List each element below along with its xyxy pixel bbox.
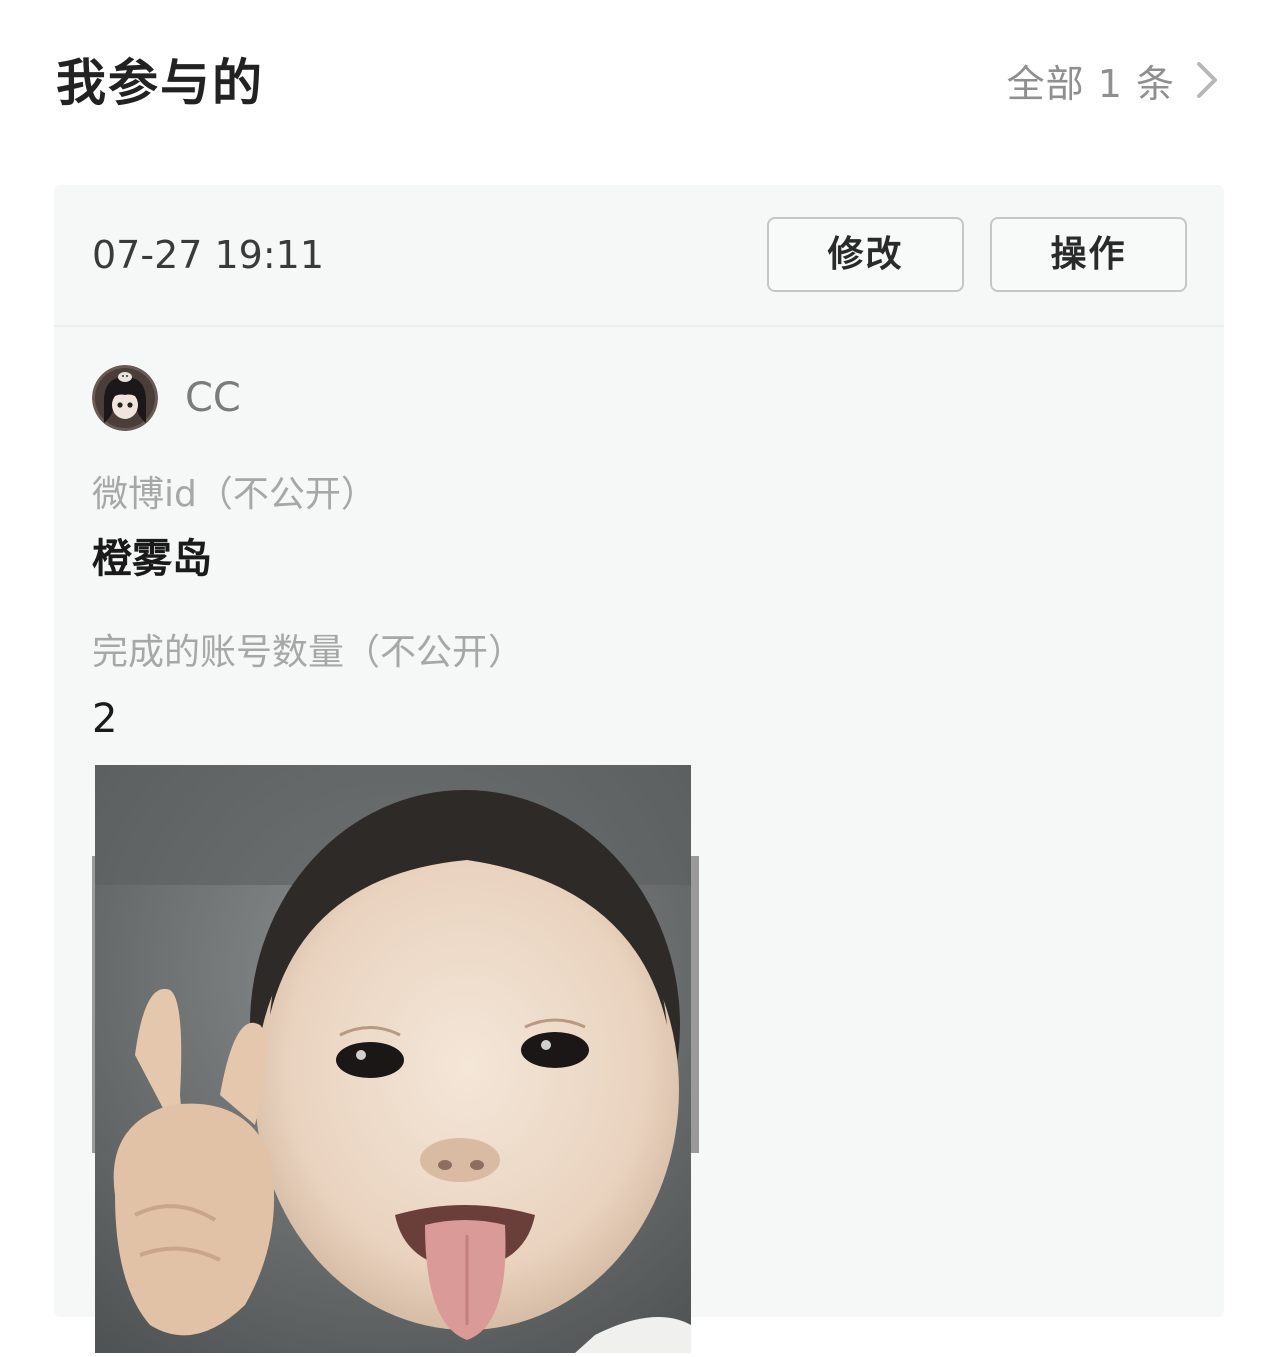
child-peace-sign-photo (95, 765, 691, 1353)
weibo-id-value: 橙雾岛 (92, 536, 212, 582)
weibo-id-label: 微博id（不公开） (92, 474, 377, 515)
view-all-link[interactable]: 全部 1 条 (1007, 56, 1229, 106)
section-title: 我参与的 (56, 54, 264, 112)
user-row: CC (92, 365, 241, 431)
chevron-right-icon (1197, 62, 1217, 98)
entry-timestamp: 07-27 19:11 (92, 233, 325, 277)
account-count-value: 2 (92, 696, 118, 742)
edit-button[interactable]: 修改 (767, 217, 964, 292)
account-count-label: 完成的账号数量（不公开） (92, 632, 525, 673)
action-button[interactable]: 操作 (990, 217, 1187, 292)
attached-photo[interactable] (95, 765, 691, 1353)
avatar[interactable] (92, 365, 158, 431)
avatar-image (92, 365, 158, 431)
entry-card-header: 07-27 19:11 修改 操作 (54, 185, 1224, 327)
username[interactable]: CC (185, 375, 241, 421)
view-all-label: 全部 1 条 (1006, 61, 1175, 106)
